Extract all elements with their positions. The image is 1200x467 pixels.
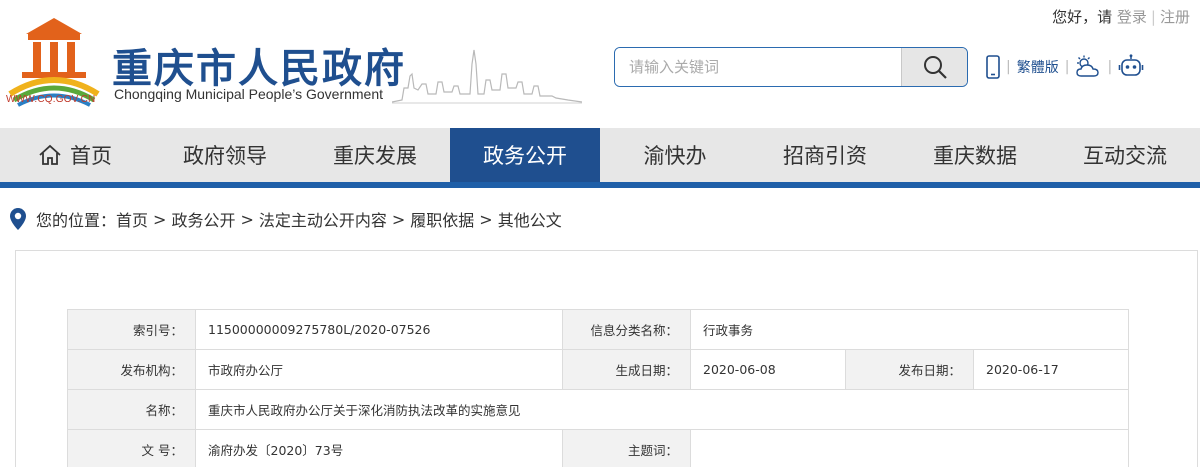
table-row: 文 号： 渝府办发〔2020〕73号 主题词： <box>67 429 1130 467</box>
published-date-value: 2020-06-17 <box>972 349 1130 390</box>
nav-item-development[interactable]: 重庆发展 <box>300 128 450 182</box>
nav-item-yukuaiban[interactable]: 渝快办 <box>600 128 750 182</box>
document-number-value: 渝府办发〔2020〕73号 <box>195 429 563 467</box>
created-date-label: 生成日期： <box>562 349 691 390</box>
breadcrumb-government-affairs[interactable]: 政务公开 <box>171 207 235 231</box>
nav-label: 政务公开 <box>483 144 567 168</box>
breadcrumb: 您的位置： 首页 > 政务公开 > 法定主动公开内容 > 履职依据 > 其他公文 <box>10 206 562 232</box>
main-nav: 首页 政府领导 重庆发展 政务公开 渝快办 招商引资 重庆数据 互动交流 <box>0 128 1200 182</box>
breadcrumb-separator: > <box>240 209 254 229</box>
table-row: 发布机构： 市政府办公厅 生成日期： 2020-06-08 发布日期： 2020… <box>67 349 1130 390</box>
nav-item-data[interactable]: 重庆数据 <box>900 128 1050 182</box>
divider: | <box>1150 8 1156 26</box>
divider: | <box>1064 59 1070 75</box>
nav-item-home[interactable]: 首页 <box>0 128 150 182</box>
nav-label: 重庆数据 <box>933 144 1017 168</box>
nav-label: 渝快办 <box>643 144 707 168</box>
created-date-value: 2020-06-08 <box>690 349 846 390</box>
nav-label: 招商引资 <box>783 144 867 168</box>
breadcrumb-prefix: 您的位置： <box>36 211 117 230</box>
breadcrumb-separator: > <box>153 209 167 229</box>
subject-keywords-value <box>689 429 1130 467</box>
nav-label: 互动交流 <box>1083 144 1167 168</box>
login-link[interactable]: 登录 <box>1117 8 1147 26</box>
nav-label: 政府领导 <box>183 144 267 168</box>
site-subtitle: Chongqing Municipal People’s Government <box>114 86 384 102</box>
robot-assistant-icon[interactable] <box>1118 54 1144 80</box>
home-icon <box>39 144 61 165</box>
location-pin-icon <box>10 208 26 230</box>
breadcrumb-statutory-content[interactable]: 法定主动公开内容 <box>259 207 387 231</box>
nav-label: 首页 <box>70 144 112 168</box>
document-name-value: 重庆市人民政府办公厅关于深化消防执法改革的实施意见 <box>194 389 1130 430</box>
search-box <box>614 47 968 87</box>
publishing-org-label: 发布机构： <box>67 349 196 390</box>
greeting-text: 您好，请 <box>1052 8 1113 26</box>
breadcrumb-separator: > <box>391 209 406 229</box>
nav-label: 重庆发展 <box>333 144 417 168</box>
index-number-label: 索引号： <box>67 309 196 350</box>
divider: | <box>1107 59 1113 75</box>
breadcrumb-duty-basis[interactable]: 履职依据 <box>410 207 474 231</box>
document-number-label: 文 号： <box>67 429 196 467</box>
table-row: 索引号： 11500000009275780L/2020-07526 信息分类名… <box>67 309 1130 350</box>
header-tools: | 繁體版 | | <box>986 54 1144 80</box>
city-skyline-illustration <box>392 49 582 104</box>
table-row: 名称： 重庆市人民政府办公厅关于深化消防执法改革的实施意见 <box>67 389 1130 430</box>
breadcrumb-other-documents[interactable]: 其他公文 <box>498 207 562 231</box>
breadcrumb-home[interactable]: 首页 <box>116 207 148 231</box>
index-number-value: 11500000009275780L/2020-07526 <box>195 309 563 350</box>
subject-keywords-label: 主题词： <box>562 429 691 467</box>
published-date-label: 发布日期： <box>845 349 974 390</box>
nav-item-investment[interactable]: 招商引资 <box>750 128 900 182</box>
logo-url-text: WWW.CQ.GOV.CN <box>6 94 96 105</box>
user-links: 您好，请 登录 | 注册 <box>1052 6 1190 27</box>
category-label: 信息分类名称： <box>562 309 691 350</box>
nav-accent-line <box>0 182 1200 188</box>
divider: | <box>1006 59 1011 75</box>
search-input[interactable] <box>615 48 901 86</box>
weather-icon[interactable] <box>1075 55 1101 79</box>
register-link[interactable]: 注册 <box>1160 8 1190 26</box>
category-value: 行政事务 <box>689 309 1130 350</box>
publishing-org-value: 市政府办公厅 <box>195 349 563 390</box>
document-info-table: 索引号： 11500000009275780L/2020-07526 信息分类名… <box>67 309 1130 467</box>
breadcrumb-separator: > <box>479 209 493 229</box>
mobile-phone-icon[interactable] <box>986 55 1000 79</box>
nav-item-interaction[interactable]: 互动交流 <box>1050 128 1200 182</box>
search-icon <box>923 56 947 79</box>
site-header: 您好，请 登录 | 注册 WWW.CQ.GOV.CN 重庆市人民政府 Chongqi… <box>0 0 1200 128</box>
nav-item-leaders[interactable]: 政府领导 <box>150 128 300 182</box>
traditional-chinese-link[interactable]: 繁體版 <box>1017 57 1059 77</box>
search-button[interactable] <box>901 48 967 86</box>
document-name-label: 名称： <box>67 389 196 430</box>
nav-item-government-affairs[interactable]: 政务公开 <box>450 128 600 182</box>
